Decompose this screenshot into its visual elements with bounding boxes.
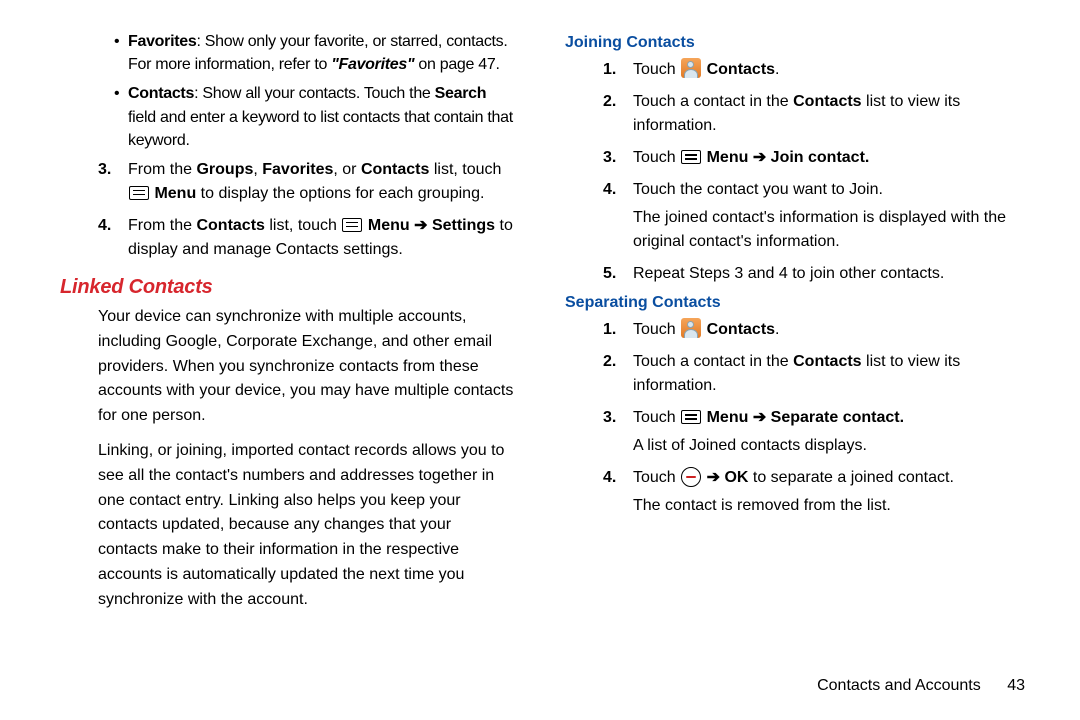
- page-footer: Contacts and Accounts 43: [817, 677, 1025, 695]
- bullet-contacts: Contacts: Show all your contacts. Touch …: [114, 82, 515, 152]
- t: A list of Joined contacts displays.: [633, 434, 1020, 458]
- menu-label: Menu: [707, 149, 749, 166]
- t: to display the options for each grouping…: [196, 185, 484, 202]
- sep-step-2: 2. Touch a contact in the Contacts list …: [603, 350, 1020, 398]
- bullet-label: Contacts: [128, 85, 194, 102]
- separating-steps: 1. Touch Contacts. 2. Touch a contact in…: [603, 318, 1020, 518]
- t: Repeat Steps 3 and 4 to join other conta…: [633, 265, 944, 282]
- menu-icon: [342, 218, 362, 232]
- t: Contacts: [361, 161, 429, 178]
- join-step-2: 2. Touch a contact in the Contacts list …: [603, 90, 1020, 138]
- menu-icon: [681, 410, 701, 424]
- step-number: 5.: [603, 262, 616, 286]
- t: Contacts: [707, 321, 775, 338]
- settings-label: Settings: [432, 217, 495, 234]
- t: ,: [253, 161, 262, 178]
- step-number: 3.: [98, 158, 111, 182]
- contacts-icon: [681, 318, 701, 338]
- sep-step-3: 3. Touch Menu ➔ Separate contact. A list…: [603, 406, 1020, 458]
- join-step-1: 1. Touch Contacts.: [603, 58, 1020, 82]
- sep-step-4: 4. Touch ➔ OK to separate a joined conta…: [603, 466, 1020, 518]
- heading-joining: Joining Contacts: [565, 34, 1020, 52]
- step-number: 4.: [603, 178, 616, 202]
- t: Contacts: [707, 61, 775, 78]
- step-number: 2.: [603, 90, 616, 114]
- step-4: 4. From the Contacts list, touch Menu ➔ …: [98, 214, 515, 262]
- t: Touch the contact you want to Join.: [633, 181, 883, 198]
- join-step-4: 4. Touch the contact you want to Join. T…: [603, 178, 1020, 254]
- heading-linked-contacts: Linked Contacts: [60, 276, 515, 299]
- step-3: 3. From the Groups, Favorites, or Contac…: [98, 158, 515, 206]
- right-column: Joining Contacts 1. Touch Contacts. 2. T…: [540, 30, 1040, 700]
- t: list, touch: [429, 161, 501, 178]
- t: The contact is removed from the list.: [633, 494, 1020, 518]
- arrow: ➔: [410, 217, 432, 234]
- t: .: [775, 321, 779, 338]
- t: Touch: [633, 409, 680, 426]
- menu-icon: [681, 150, 701, 164]
- manual-page: Favorites: Show only your favorite, or s…: [0, 0, 1080, 720]
- contacts-icon: [681, 58, 701, 78]
- t: Join contact.: [771, 149, 870, 166]
- numbered-steps-left: 3. From the Groups, Favorites, or Contac…: [98, 158, 515, 262]
- menu-label: Menu: [368, 217, 410, 234]
- t: Touch a contact in the: [633, 353, 793, 370]
- sep-step-1: 1. Touch Contacts.: [603, 318, 1020, 342]
- step-number: 2.: [603, 350, 616, 374]
- t: Touch a contact in the: [633, 93, 793, 110]
- t: Contacts: [793, 353, 861, 370]
- step-number: 3.: [603, 146, 616, 170]
- t: Separate contact.: [771, 409, 904, 426]
- t: Touch: [633, 321, 680, 338]
- step-number: 1.: [603, 58, 616, 82]
- step-number: 4.: [603, 466, 616, 490]
- arrow: ➔: [748, 409, 770, 426]
- joining-steps: 1. Touch Contacts. 2. Touch a contact in…: [603, 58, 1020, 286]
- t: to separate a joined contact.: [748, 469, 953, 486]
- section-name: Contacts and Accounts: [817, 677, 981, 694]
- t: , or: [333, 161, 361, 178]
- menu-icon: [129, 186, 149, 200]
- t: From the: [128, 161, 196, 178]
- page-number: 43: [1007, 677, 1025, 695]
- linked-para-2: Linking, or joining, imported contact re…: [60, 439, 515, 613]
- linked-para-1: Your device can synchronize with multipl…: [60, 305, 515, 429]
- sub-bullets: Favorites: Show only your favorite, or s…: [114, 30, 515, 152]
- t: Favorites: [262, 161, 333, 178]
- join-step-3: 3. Touch Menu ➔ Join contact.: [603, 146, 1020, 170]
- menu-label: Menu: [154, 185, 196, 202]
- arrow: ➔: [748, 149, 770, 166]
- bullet-label: Favorites: [128, 33, 196, 50]
- t: Contacts: [196, 217, 264, 234]
- t: Groups: [196, 161, 253, 178]
- step-number: 3.: [603, 406, 616, 430]
- t: Contacts: [793, 93, 861, 110]
- heading-separating: Separating Contacts: [565, 294, 1020, 312]
- ref-favorites: "Favorites": [331, 56, 414, 73]
- remove-icon: [681, 467, 701, 487]
- ref-tail: on page 47.: [414, 56, 499, 73]
- t: The joined contact's information is disp…: [633, 206, 1020, 254]
- t: Touch: [633, 469, 680, 486]
- left-column: Favorites: Show only your favorite, or s…: [40, 30, 540, 700]
- menu-label: Menu: [707, 409, 749, 426]
- bold-search: Search: [435, 85, 487, 102]
- arrow: ➔: [702, 469, 724, 486]
- t: From the: [128, 217, 196, 234]
- bullet-text: : Show all your contacts. Touch the: [194, 85, 435, 102]
- t: OK: [724, 469, 748, 486]
- step-number: 1.: [603, 318, 616, 342]
- t: .: [775, 61, 779, 78]
- step-number: 4.: [98, 214, 111, 238]
- bullet-text2: field and enter a keyword to list contac…: [128, 109, 513, 149]
- t: list, touch: [265, 217, 341, 234]
- join-step-5: 5. Repeat Steps 3 and 4 to join other co…: [603, 262, 1020, 286]
- t: Touch: [633, 149, 680, 166]
- t: Touch: [633, 61, 680, 78]
- bullet-favorites: Favorites: Show only your favorite, or s…: [114, 30, 515, 76]
